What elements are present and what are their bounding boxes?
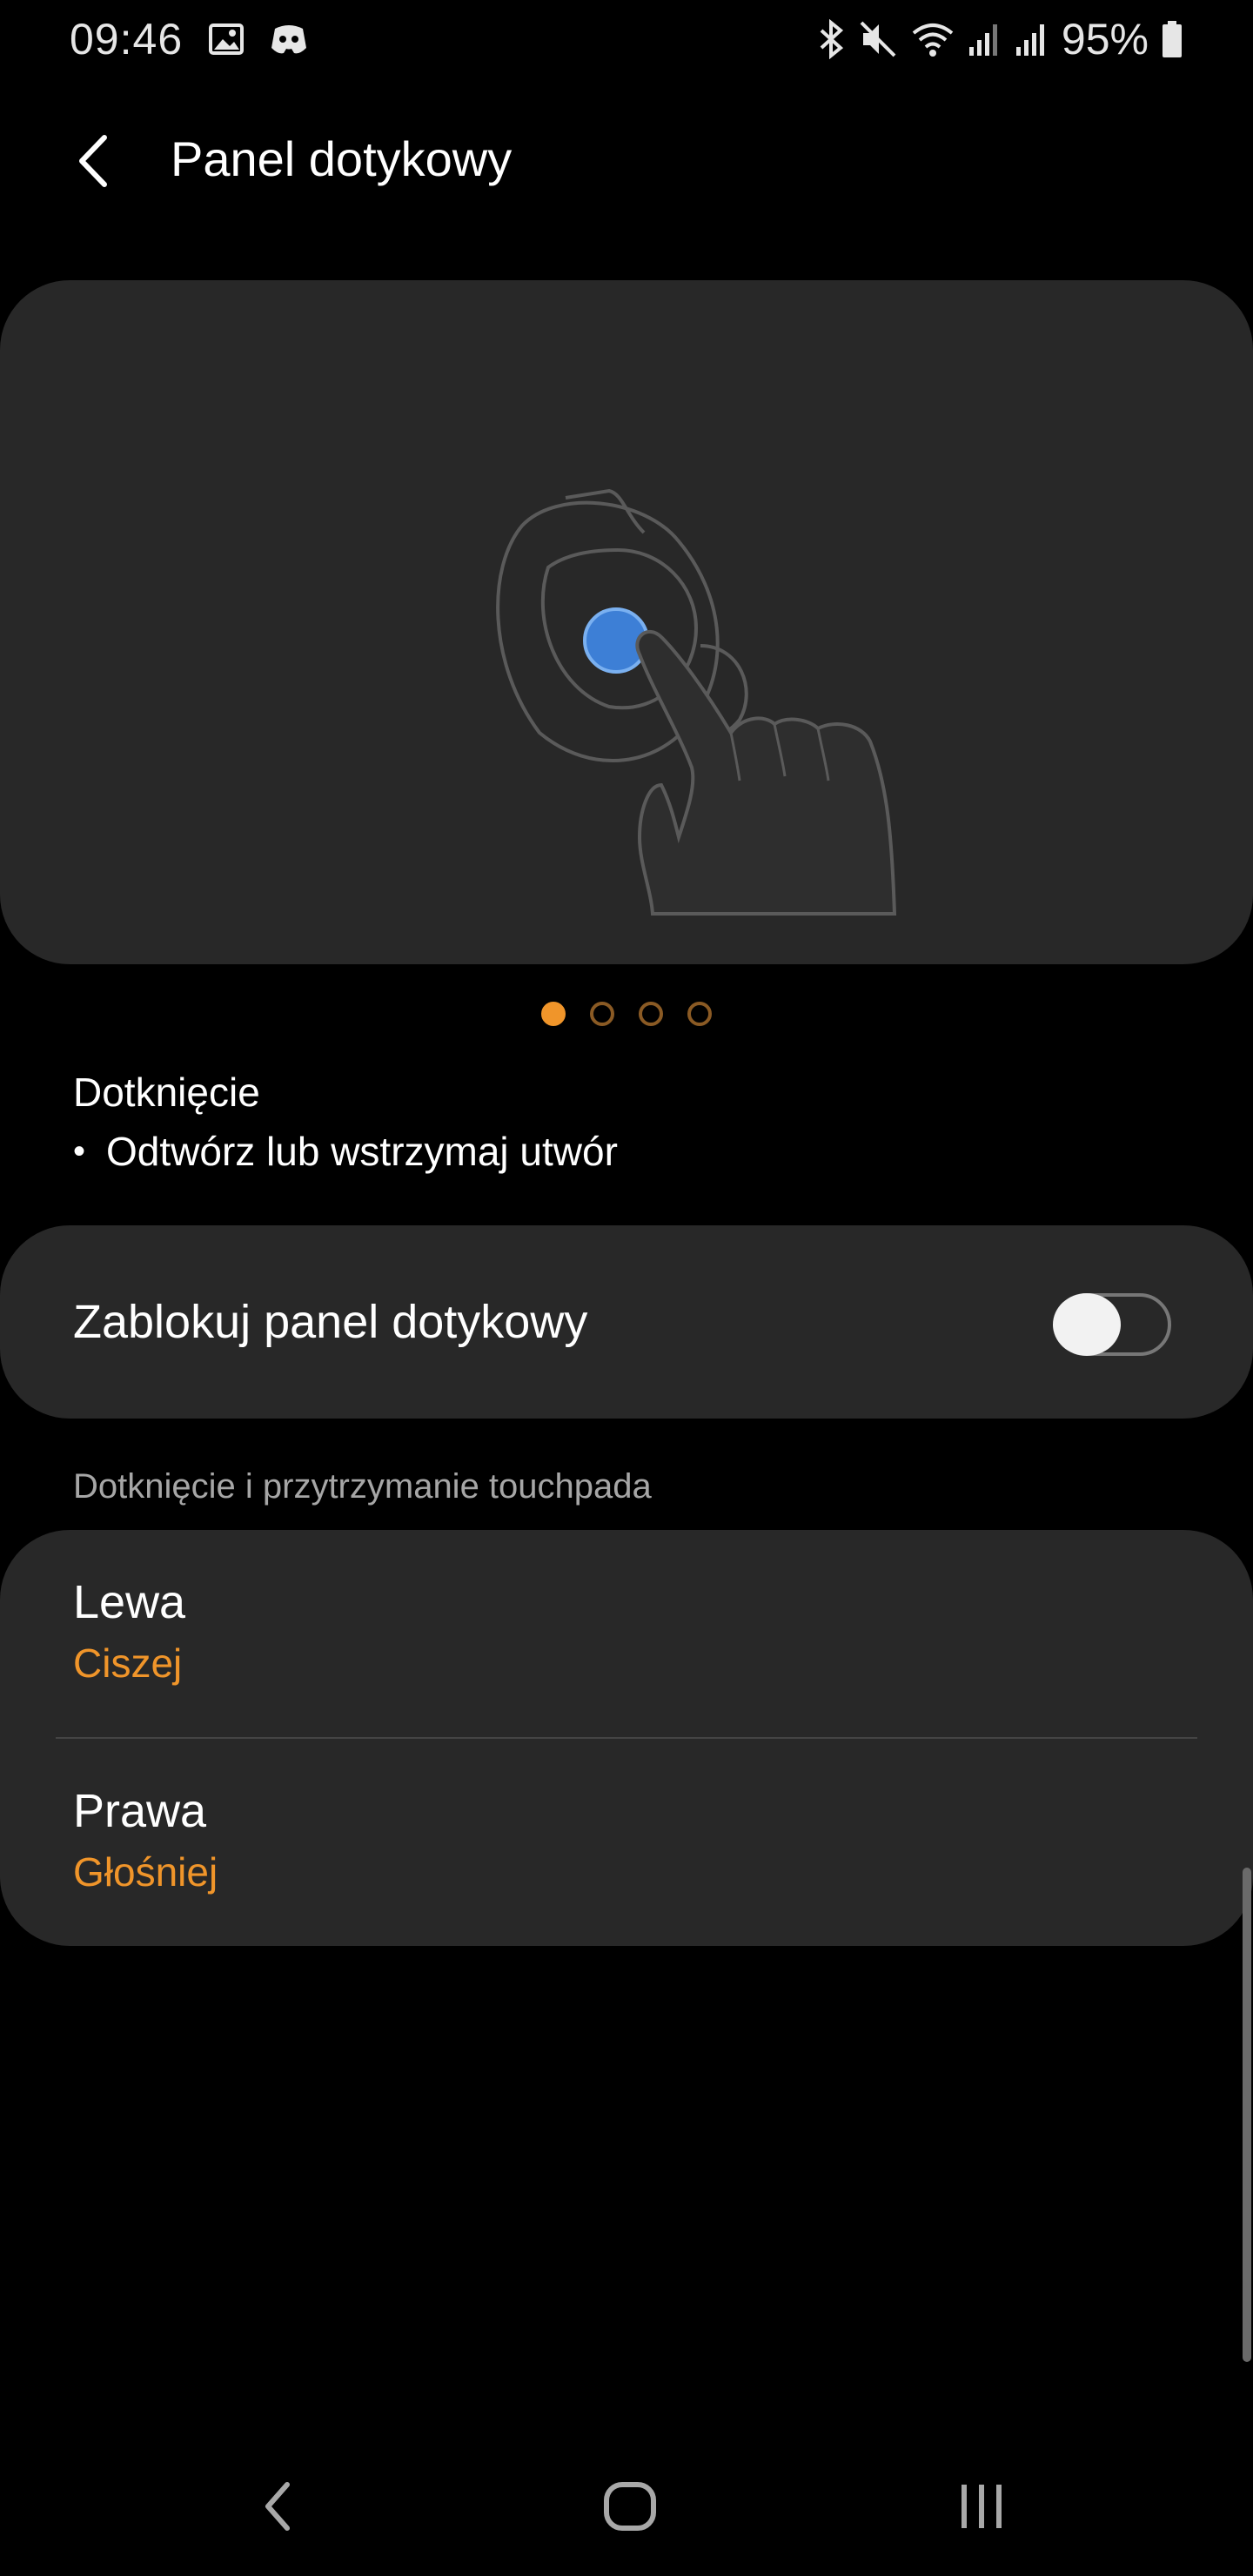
battery-percent: 95%	[1061, 15, 1149, 64]
page-indicator	[0, 999, 1253, 1029]
status-time: 09:46	[70, 15, 184, 64]
page-dot-4[interactable]	[687, 1002, 712, 1026]
back-arrow-icon	[79, 135, 107, 187]
lock-touchpad-card[interactable]: Zablokuj panel dotykowy	[0, 1225, 1253, 1419]
option-right-value: Głośniej	[73, 1849, 218, 1895]
bluetooth-icon	[816, 19, 846, 59]
lock-touchpad-label: Zablokuj panel dotykowy	[73, 1296, 588, 1348]
recents-icon	[962, 2485, 1002, 2528]
page-dot-2[interactable]	[590, 1002, 614, 1026]
option-right[interactable]: Prawa Głośniej	[0, 1739, 1253, 1946]
option-left[interactable]: Lewa Ciszej	[0, 1530, 1253, 1737]
app-header: Panel dotykowy	[0, 113, 1253, 209]
signal-icon	[1015, 19, 1049, 59]
toggle-knob	[1053, 1293, 1121, 1356]
earbud-touch-illustration	[496, 488, 897, 916]
mute-icon	[858, 19, 898, 59]
option-left-title: Lewa	[73, 1576, 186, 1628]
nav-recents-button[interactable]	[938, 2472, 1025, 2541]
nav-back-button[interactable]	[235, 2472, 322, 2541]
page-dot-3[interactable]	[639, 1002, 663, 1026]
status-left-icons	[207, 20, 310, 58]
page-dot-1[interactable]	[541, 1002, 566, 1026]
battery-icon	[1161, 19, 1183, 59]
illustration-card[interactable]	[0, 280, 1253, 964]
option-left-value: Ciszej	[73, 1640, 183, 1686]
option-right-title: Prawa	[73, 1785, 207, 1837]
navigation-bar	[0, 2437, 1253, 2576]
gesture-description: • Odtwórz lub wstrzymaj utwór	[73, 1128, 618, 1175]
discord-icon	[268, 20, 310, 58]
bullet-icon: •	[73, 1131, 86, 1171]
page-title: Panel dotykowy	[171, 131, 513, 186]
back-button[interactable]	[61, 126, 131, 196]
lock-touchpad-toggle[interactable]	[1053, 1293, 1171, 1356]
nav-home-button[interactable]	[586, 2472, 673, 2541]
touch-hold-options-card: Lewa Ciszej Prawa Głośniej	[0, 1530, 1253, 1946]
wifi-icon	[910, 19, 955, 59]
status-right-icons: 95%	[816, 14, 1183, 64]
signal-icon	[968, 19, 1002, 59]
scrollbar[interactable]	[1243, 1868, 1251, 2362]
status-bar: 09:46 95%	[0, 0, 1253, 78]
gesture-title: Dotknięcie	[73, 1070, 260, 1115]
section-header: Dotknięcie i przytrzymanie touchpada	[73, 1467, 652, 1506]
gesture-action-text: Odtwórz lub wstrzymaj utwór	[106, 1129, 618, 1174]
nav-back-icon	[265, 2482, 290, 2531]
screen: 09:46 95% Panel dotykowy Dotknięcie • Od…	[0, 0, 1253, 2576]
image-icon	[207, 20, 245, 58]
home-icon	[604, 2482, 656, 2531]
